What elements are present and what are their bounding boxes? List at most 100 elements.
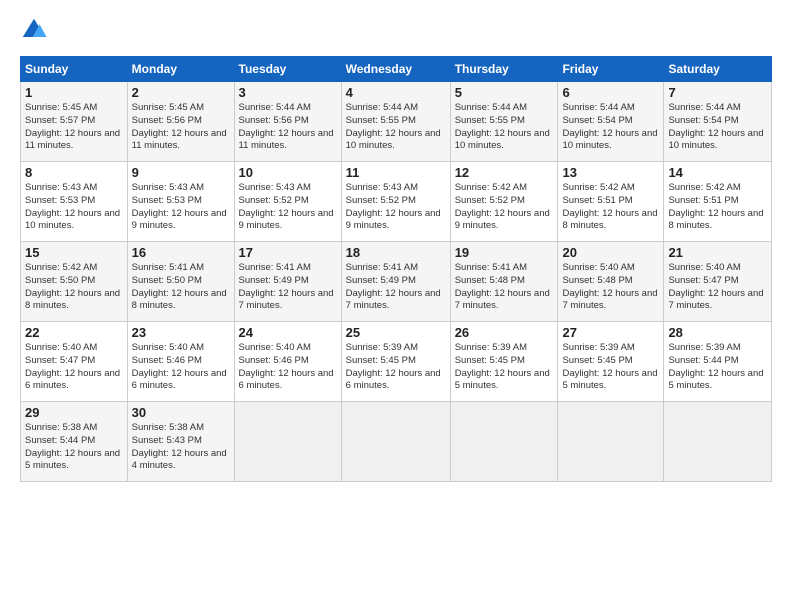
day-number: 5	[455, 85, 554, 100]
week-row-1: 1 Sunrise: 5:45 AMSunset: 5:57 PMDaylight…	[21, 82, 772, 162]
day-cell: 9 Sunrise: 5:43 AMSunset: 5:53 PMDaylight…	[127, 162, 234, 242]
day-number: 29	[25, 405, 123, 420]
day-cell	[234, 402, 341, 482]
day-number: 15	[25, 245, 123, 260]
day-number: 25	[346, 325, 446, 340]
day-cell: 21 Sunrise: 5:40 AMSunset: 5:47 PMDayligh…	[664, 242, 772, 322]
day-cell: 23Sunrise: 5:40 AMSunset: 5:46 PMDayligh…	[127, 322, 234, 402]
day-number: 1	[25, 85, 123, 100]
header-row: SundayMondayTuesdayWednesdayThursdayFrid…	[21, 57, 772, 82]
day-cell: 2 Sunrise: 5:45 AMSunset: 5:56 PMDaylight…	[127, 82, 234, 162]
day-info: Sunrise: 5:40 AMSunset: 5:46 PMDaylight:…	[239, 342, 337, 393]
col-header-tuesday: Tuesday	[234, 57, 341, 82]
day-info: Sunrise: 5:44 AMSunset: 5:55 PMDaylight:…	[455, 102, 554, 153]
day-info: Sunrise: 5:39 AMSunset: 5:45 PMDaylight:…	[562, 342, 659, 393]
day-cell	[341, 402, 450, 482]
day-info: Sunrise: 5:42 AMSunset: 5:51 PMDaylight:…	[668, 182, 767, 233]
day-number: 28	[668, 325, 767, 340]
day-cell: 4 Sunrise: 5:44 AMSunset: 5:55 PMDaylight…	[341, 82, 450, 162]
day-cell	[450, 402, 558, 482]
day-info: Sunrise: 5:39 AMSunset: 5:44 PMDaylight:…	[668, 342, 767, 393]
day-cell: 16 Sunrise: 5:41 AMSunset: 5:50 PMDayligh…	[127, 242, 234, 322]
day-info: Sunrise: 5:43 AMSunset: 5:53 PMDaylight:…	[132, 182, 230, 233]
day-cell: 10 Sunrise: 5:43 AMSunset: 5:52 PMDayligh…	[234, 162, 341, 242]
col-header-wednesday: Wednesday	[341, 57, 450, 82]
day-number: 13	[562, 165, 659, 180]
day-number: 30	[132, 405, 230, 420]
day-info: Sunrise: 5:44 AMSunset: 5:54 PMDaylight:…	[562, 102, 659, 153]
day-cell: 30 Sunrise: 5:38 AMSunset: 5:43 PMDayligh…	[127, 402, 234, 482]
col-header-sunday: Sunday	[21, 57, 128, 82]
day-cell: 19Sunrise: 5:41 AMSunset: 5:48 PMDayligh…	[450, 242, 558, 322]
day-number: 26	[455, 325, 554, 340]
day-info: Sunrise: 5:43 AMSunset: 5:53 PMDaylight:…	[25, 182, 123, 233]
day-number: 10	[239, 165, 337, 180]
day-number: 21	[668, 245, 767, 260]
day-cell	[558, 402, 664, 482]
day-info: Sunrise: 5:41 AMSunset: 5:50 PMDaylight:…	[132, 262, 230, 313]
day-info: Sunrise: 5:42 AMSunset: 5:51 PMDaylight:…	[562, 182, 659, 233]
day-info: Sunrise: 5:43 AMSunset: 5:52 PMDaylight:…	[239, 182, 337, 233]
col-header-thursday: Thursday	[450, 57, 558, 82]
day-info: Sunrise: 5:38 AMSunset: 5:43 PMDaylight:…	[132, 422, 230, 473]
header	[20, 16, 772, 44]
day-info: Sunrise: 5:44 AMSunset: 5:55 PMDaylight:…	[346, 102, 446, 153]
day-number: 17	[239, 245, 337, 260]
day-info: Sunrise: 5:44 AMSunset: 5:54 PMDaylight:…	[668, 102, 767, 153]
page-container: SundayMondayTuesdayWednesdayThursdayFrid…	[0, 0, 792, 492]
week-row-5: 29 Sunrise: 5:38 AMSunset: 5:44 PMDayligh…	[21, 402, 772, 482]
day-cell: 15 Sunrise: 5:42 AMSunset: 5:50 PMDayligh…	[21, 242, 128, 322]
day-info: Sunrise: 5:45 AMSunset: 5:57 PMDaylight:…	[25, 102, 123, 153]
day-cell: 24 Sunrise: 5:40 AMSunset: 5:46 PMDayligh…	[234, 322, 341, 402]
day-cell: 11Sunrise: 5:43 AMSunset: 5:52 PMDayligh…	[341, 162, 450, 242]
day-info: Sunrise: 5:42 AMSunset: 5:50 PMDaylight:…	[25, 262, 123, 313]
day-cell: 28 Sunrise: 5:39 AMSunset: 5:44 PMDayligh…	[664, 322, 772, 402]
day-cell: 8 Sunrise: 5:43 AMSunset: 5:53 PMDaylight…	[21, 162, 128, 242]
week-row-3: 15 Sunrise: 5:42 AMSunset: 5:50 PMDayligh…	[21, 242, 772, 322]
day-number: 20	[562, 245, 659, 260]
day-cell: 5 Sunrise: 5:44 AMSunset: 5:55 PMDaylight…	[450, 82, 558, 162]
day-info: Sunrise: 5:40 AMSunset: 5:48 PMDaylight:…	[562, 262, 659, 313]
day-info: Sunrise: 5:38 AMSunset: 5:44 PMDaylight:…	[25, 422, 123, 473]
day-info: Sunrise: 5:45 AMSunset: 5:56 PMDaylight:…	[132, 102, 230, 153]
day-info: Sunrise: 5:42 AMSunset: 5:52 PMDaylight:…	[455, 182, 554, 233]
col-header-friday: Friday	[558, 57, 664, 82]
col-header-monday: Monday	[127, 57, 234, 82]
day-number: 3	[239, 85, 337, 100]
day-number: 18	[346, 245, 446, 260]
day-cell	[664, 402, 772, 482]
day-cell: 29 Sunrise: 5:38 AMSunset: 5:44 PMDayligh…	[21, 402, 128, 482]
col-header-saturday: Saturday	[664, 57, 772, 82]
day-number: 24	[239, 325, 337, 340]
day-number: 8	[25, 165, 123, 180]
day-cell: 1 Sunrise: 5:45 AMSunset: 5:57 PMDaylight…	[21, 82, 128, 162]
day-number: 16	[132, 245, 230, 260]
day-number: 9	[132, 165, 230, 180]
day-number: 23	[132, 325, 230, 340]
day-number: 14	[668, 165, 767, 180]
logo-icon	[20, 16, 48, 44]
day-number: 2	[132, 85, 230, 100]
day-info: Sunrise: 5:40 AMSunset: 5:47 PMDaylight:…	[25, 342, 123, 393]
day-cell: 17Sunrise: 5:41 AMSunset: 5:49 PMDayligh…	[234, 242, 341, 322]
day-number: 19	[455, 245, 554, 260]
day-info: Sunrise: 5:41 AMSunset: 5:49 PMDaylight:…	[346, 262, 446, 313]
calendar-table: SundayMondayTuesdayWednesdayThursdayFrid…	[20, 56, 772, 482]
week-row-4: 22 Sunrise: 5:40 AMSunset: 5:47 PMDayligh…	[21, 322, 772, 402]
day-number: 12	[455, 165, 554, 180]
day-info: Sunrise: 5:44 AMSunset: 5:56 PMDaylight:…	[239, 102, 337, 153]
day-cell: 18 Sunrise: 5:41 AMSunset: 5:49 PMDayligh…	[341, 242, 450, 322]
day-info: Sunrise: 5:43 AMSunset: 5:52 PMDaylight:…	[346, 182, 446, 233]
day-number: 6	[562, 85, 659, 100]
day-info: Sunrise: 5:40 AMSunset: 5:47 PMDaylight:…	[668, 262, 767, 313]
day-info: Sunrise: 5:39 AMSunset: 5:45 PMDaylight:…	[346, 342, 446, 393]
day-cell: 3 Sunrise: 5:44 AMSunset: 5:56 PMDaylight…	[234, 82, 341, 162]
day-info: Sunrise: 5:39 AMSunset: 5:45 PMDaylight:…	[455, 342, 554, 393]
day-cell: 12 Sunrise: 5:42 AMSunset: 5:52 PMDayligh…	[450, 162, 558, 242]
day-number: 4	[346, 85, 446, 100]
day-number: 22	[25, 325, 123, 340]
week-row-2: 8 Sunrise: 5:43 AMSunset: 5:53 PMDaylight…	[21, 162, 772, 242]
day-cell: 26 Sunrise: 5:39 AMSunset: 5:45 PMDayligh…	[450, 322, 558, 402]
logo	[20, 16, 52, 44]
day-cell: 7Sunrise: 5:44 AMSunset: 5:54 PMDaylight…	[664, 82, 772, 162]
